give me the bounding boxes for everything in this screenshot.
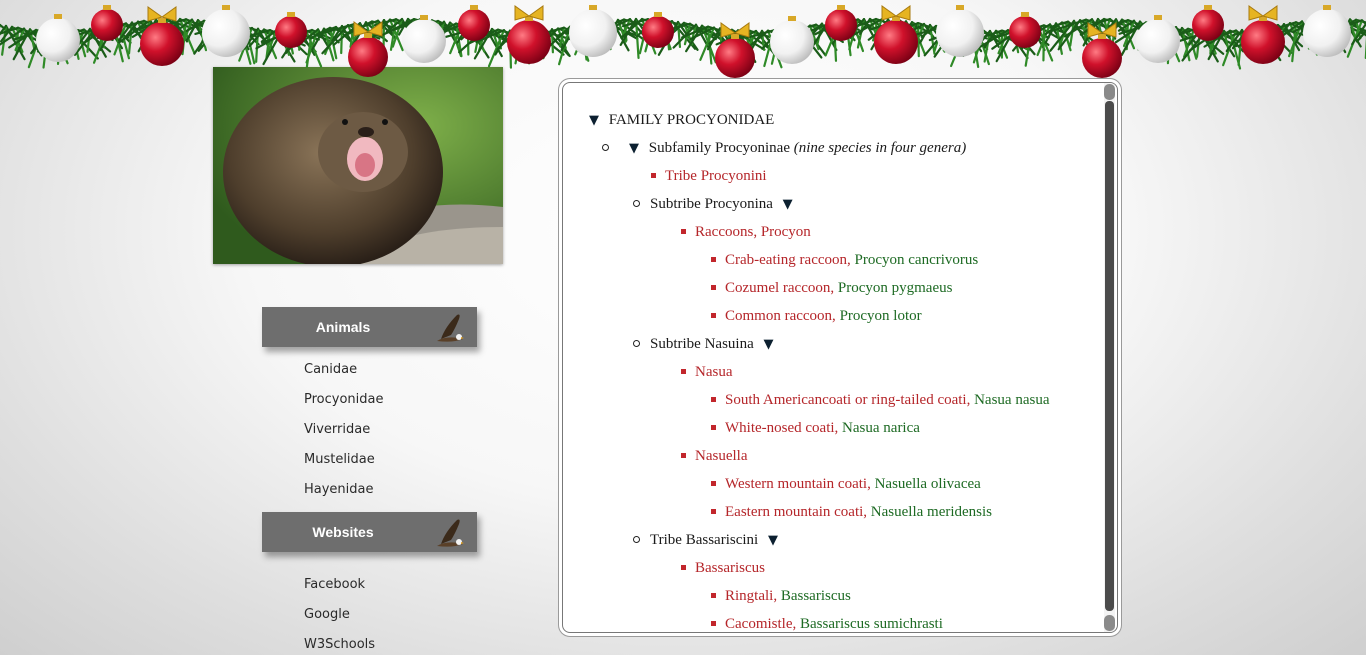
tree-node-raccoons[interactable]: Raccoons, Procyon <box>695 222 811 242</box>
scroll-down-button[interactable] <box>1104 615 1115 631</box>
scientific-name: Nasuella meridensis <box>870 504 993 520</box>
species-common-raccoon[interactable]: Common raccoon, Procyon lotor <box>725 306 922 326</box>
scientific-name: Nasuella olivacea <box>874 476 981 492</box>
common-name: Ringtali, <box>725 588 778 604</box>
tree-node-tribe-procyonini[interactable]: Tribe Procyonini <box>665 166 767 186</box>
tree-node-family[interactable]: ▼ FAMILY PROCYONIDAE <box>589 110 774 131</box>
scientific-name: Procyon lotor <box>839 308 922 324</box>
square-bullet-icon <box>711 621 716 626</box>
species-eastern-mountain-coati[interactable]: Eastern mountain coati, Nasuella meriden… <box>725 502 992 522</box>
species-south-american-coati[interactable]: South Americancoati or ring-tailed coati… <box>725 390 1049 410</box>
circle-bullet-icon <box>602 144 609 151</box>
nav-link-canidae[interactable]: Canidae <box>304 362 357 377</box>
species-cozumel-raccoon[interactable]: Cozumel raccoon, Procyon pygmaeus <box>725 278 952 298</box>
common-name: Cozumel raccoon, <box>725 280 835 296</box>
scientific-name: Nasua nasua <box>974 392 1050 408</box>
square-bullet-icon <box>711 425 716 430</box>
websites-section-header: Websites <box>262 512 477 552</box>
square-bullet-icon <box>711 313 716 318</box>
eagle-icon <box>437 519 464 547</box>
animals-section-header: Animals <box>262 307 477 347</box>
common-name: Eastern mountain coati, <box>725 504 868 520</box>
square-bullet-icon <box>711 285 716 290</box>
square-bullet-icon <box>711 481 716 486</box>
square-bullet-icon <box>681 229 686 234</box>
species-ringtail[interactable]: Ringtali, Bassariscus <box>725 586 851 606</box>
species-crab-eating-raccoon[interactable]: Crab-eating raccoon, Procyon cancrivorus <box>725 250 978 270</box>
tree-node-subtribe-nasuina[interactable]: Subtribe Nasuina ▼ <box>650 334 773 355</box>
taxonomy-tree: ▼ FAMILY PROCYONIDAE ▼ Subfamily Procyon… <box>563 83 1103 632</box>
nav-link-procyonidae[interactable]: Procyonidae <box>304 392 384 407</box>
common-name: Common raccoon, <box>725 308 836 324</box>
scrollbar-thumb[interactable] <box>1105 101 1114 611</box>
taxonomy-panel: ▼ FAMILY PROCYONIDAE ▼ Subfamily Procyon… <box>562 82 1118 633</box>
scientific-name: Bassariscus <box>780 588 851 604</box>
tribe-bassariscini-label: Tribe Bassariscini <box>650 532 759 548</box>
nav-link-w3schools[interactable]: W3Schools <box>304 637 375 652</box>
triangle-down-icon[interactable]: ▼ <box>589 113 599 128</box>
subtribe-procyonina-label: Subtribe Procyonina <box>650 196 773 212</box>
subfamily-label: Subfamily Procyoninae <box>648 140 790 156</box>
subfamily-note: (nine species in four genera) <box>793 140 967 156</box>
square-bullet-icon <box>711 397 716 402</box>
common-name: South Americancoati or ring-tailed coati… <box>725 392 971 408</box>
tree-node-subfamily[interactable]: ▼ Subfamily Procyoninae (nine species in… <box>629 138 966 159</box>
square-bullet-icon <box>711 509 716 514</box>
websites-section-title: Websites <box>312 524 374 540</box>
tree-node-nasuella[interactable]: Nasuella <box>695 446 747 466</box>
species-white-nosed-coati[interactable]: White-nosed coati, Nasua narica <box>725 418 920 438</box>
triangle-down-icon[interactable]: ▼ <box>768 533 778 548</box>
scientific-name: Nasua narica <box>842 420 920 436</box>
common-name: White-nosed coati, <box>725 420 839 436</box>
square-bullet-icon <box>711 257 716 262</box>
triangle-down-icon[interactable]: ▼ <box>629 141 639 156</box>
animals-section-title: Animals <box>315 319 371 335</box>
christmas-garland-banner <box>0 5 1366 78</box>
species-western-mountain-coati[interactable]: Western mountain coati, Nasuella olivace… <box>725 474 981 494</box>
family-label: FAMILY PROCYONIDAE <box>608 112 775 128</box>
nav-link-google[interactable]: Google <box>304 607 350 622</box>
scientific-name: Procyon cancrivorus <box>854 252 979 268</box>
tree-node-bassariscus[interactable]: Bassariscus <box>695 558 765 578</box>
circle-bullet-icon <box>633 340 640 347</box>
nav-link-mustelidae[interactable]: Mustelidae <box>304 452 375 467</box>
circle-bullet-icon <box>633 536 640 543</box>
square-bullet-icon <box>681 369 686 374</box>
subtribe-nasuina-label: Subtribe Nasuina <box>650 336 754 352</box>
circle-bullet-icon <box>633 200 640 207</box>
triangle-down-icon[interactable]: ▼ <box>783 197 793 212</box>
common-name: Cacomistle, <box>725 616 797 632</box>
species-cacomistle[interactable]: Cacomistle, Bassariscus sumichrasti <box>725 614 943 632</box>
square-bullet-icon <box>651 173 656 178</box>
scientific-name: Procyon pygmaeus <box>837 280 953 296</box>
tree-scrollbar[interactable] <box>1104 83 1115 632</box>
tree-node-tribe-bassariscini[interactable]: Tribe Bassariscini ▼ <box>650 530 778 551</box>
scientific-name: Bassariscus sumichrasti <box>800 616 943 632</box>
square-bullet-icon <box>681 565 686 570</box>
tree-node-subtribe-procyonina[interactable]: Subtribe Procyonina ▼ <box>650 194 793 215</box>
common-name: Western mountain coati, <box>725 476 871 492</box>
nav-link-viverridae[interactable]: Viverridae <box>304 422 370 437</box>
tree-node-nasua[interactable]: Nasua <box>695 362 733 382</box>
nav-link-hayenidae[interactable]: Hayenidae <box>304 482 374 497</box>
eagle-icon <box>437 314 464 342</box>
square-bullet-icon <box>681 453 686 458</box>
square-bullet-icon <box>711 593 716 598</box>
common-name: Crab-eating raccoon, <box>725 252 851 268</box>
triangle-down-icon[interactable]: ▼ <box>763 337 773 352</box>
nav-link-facebook[interactable]: Facebook <box>304 577 365 592</box>
